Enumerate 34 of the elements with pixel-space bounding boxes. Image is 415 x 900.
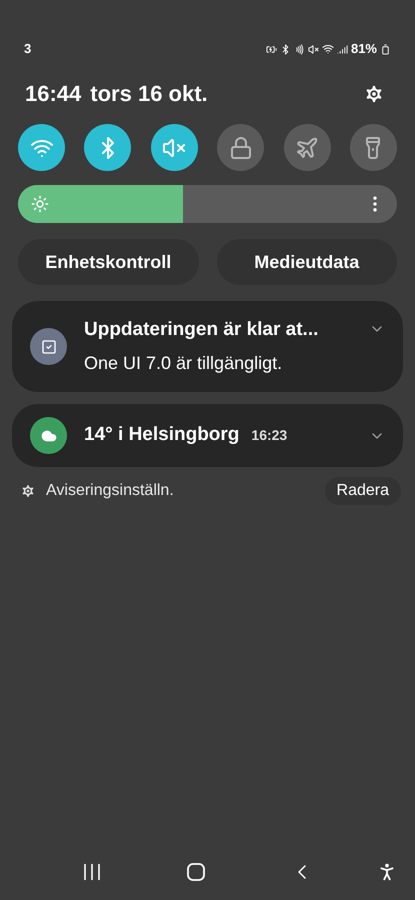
clear-button[interactable]: Radera	[324, 477, 401, 505]
cloud-icon	[30, 417, 67, 454]
date: tors 16 okt.	[90, 80, 208, 108]
brightness-slider[interactable]	[18, 185, 397, 223]
notification-title: Uppdateringen är klar at...	[84, 318, 318, 342]
quick-setting-tile[interactable]	[150, 124, 198, 171]
notification-card[interactable]: 14° i Helsingborg 16:23	[12, 404, 403, 467]
quick-setting-tile[interactable]	[350, 124, 397, 171]
nfc-icon	[294, 44, 305, 54]
mute-icon	[308, 44, 319, 54]
bluetooth-icon	[280, 44, 291, 54]
battery-saver-icon	[266, 44, 277, 54]
sun-icon	[31, 195, 49, 213]
clock: 16:44	[25, 80, 82, 108]
carrier-label: 3	[24, 40, 32, 58]
battery-percent: 81%	[350, 40, 377, 58]
airplane-icon	[295, 136, 320, 160]
recent-apps-icon[interactable]	[82, 863, 102, 881]
pill-button[interactable]: Enhetskontroll	[18, 239, 198, 285]
home-icon[interactable]	[186, 862, 206, 882]
notification-settings-link[interactable]: Aviseringsinställn.	[46, 479, 174, 503]
notification-time: 16:23	[251, 426, 288, 446]
quick-setting-tile[interactable]	[18, 124, 65, 171]
update-icon	[30, 328, 67, 365]
lock-icon	[228, 136, 253, 160]
quick-setting-tile[interactable]	[217, 124, 264, 171]
quick-setting-tile[interactable]	[84, 124, 132, 171]
settings-icon	[20, 483, 36, 499]
pill-button[interactable]: Medieutdata	[216, 239, 397, 285]
notification-text: One UI 7.0 är tillgängligt.	[84, 352, 284, 376]
notification-card[interactable]: Uppdateringen är klar at... One UI 7.0 är tillgängligt.	[12, 301, 403, 392]
notification-title: 14° i Helsingborg	[84, 423, 240, 448]
battery-icon	[380, 44, 391, 54]
quick-setting-tile[interactable]	[284, 124, 331, 171]
